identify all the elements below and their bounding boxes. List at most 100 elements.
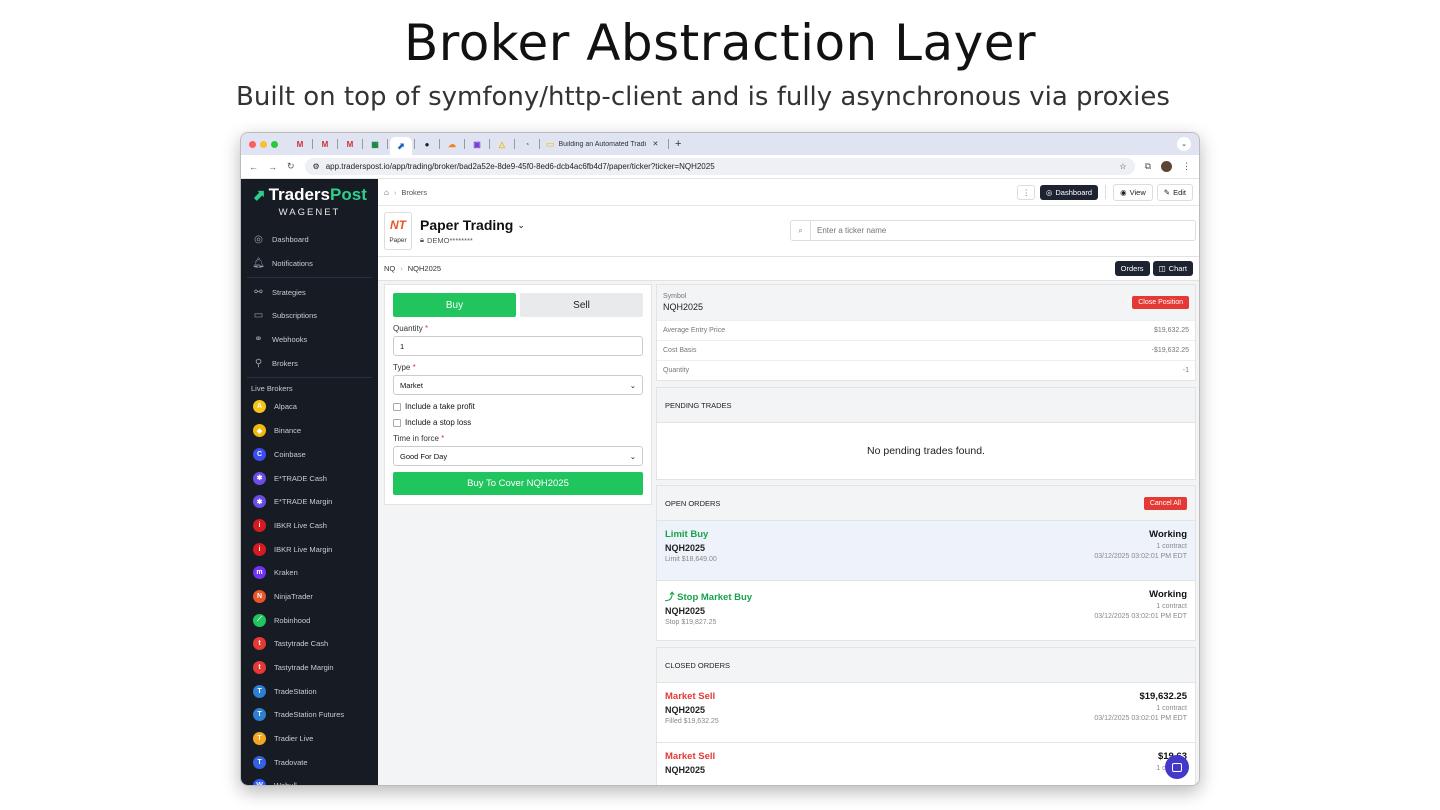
sidebar-item-subscriptions[interactable]: ▭ Subscriptions: [241, 304, 378, 328]
position-row-label: Quantity: [663, 367, 690, 374]
extensions-icon[interactable]: ⧉: [1145, 161, 1151, 172]
site-settings-icon[interactable]: ⚙: [313, 162, 320, 171]
sidebar-broker-item[interactable]: T TradeStation Futures: [241, 703, 378, 727]
buy-tab[interactable]: Buy: [393, 293, 516, 317]
app-tab-icon[interactable]: ▣: [470, 137, 484, 151]
sidebar-broker-item[interactable]: T Tradovate: [241, 750, 378, 774]
broker-logo-icon: W: [253, 779, 266, 785]
top-nav: ⌂ › Brokers ⋮ ◎ Dashboard ◉ View ✎ Edit: [378, 179, 1199, 206]
maximize-window-button[interactable]: [271, 140, 278, 148]
sidebar-broker-item[interactable]: t Tastytrade Margin: [241, 656, 378, 680]
back-icon[interactable]: ←: [249, 162, 258, 172]
sidebar-broker-item[interactable]: N NinjaTrader: [241, 585, 378, 609]
order-left: Market Sell NQH2025 Filled $19,632.25: [665, 691, 719, 734]
sidebar-broker-item[interactable]: ✱ E*TRADE Cash: [241, 466, 378, 490]
tab-building-automated[interactable]: ▭ Building an Automated Tradi ✕: [546, 139, 666, 150]
view-button[interactable]: ◉ View: [1113, 183, 1153, 201]
sidebar-broker-item[interactable]: i IBKR Live Margin: [241, 537, 378, 561]
take-profit-checkbox[interactable]: Include a take profit: [393, 402, 643, 411]
workspace-name[interactable]: WAGENET: [241, 207, 378, 218]
sidebar-item-brokers[interactable]: ⚲ Brokers: [241, 351, 378, 375]
sheets-tab-icon[interactable]: ▦: [368, 137, 382, 151]
stop-loss-checkbox[interactable]: Include a stop loss: [393, 418, 643, 427]
sidebar-item-label: Brokers: [272, 358, 298, 368]
address-bar[interactable]: ⚙ app.traderspost.io/app/trading/broker/…: [304, 158, 1135, 175]
sidebar-broker-item[interactable]: ✱ E*TRADE Margin: [241, 490, 378, 514]
sidebar-item-strategies[interactable]: ⚯ Strategies: [241, 280, 378, 304]
tab-search-button[interactable]: ⌄: [1177, 137, 1191, 151]
traderspost-tab[interactable]: ⬈: [390, 137, 412, 155]
order-status: Working: [1149, 529, 1187, 540]
brokers-icon: ⚲: [254, 357, 263, 369]
close-tab-icon[interactable]: ✕: [653, 140, 659, 148]
sidebar-broker-item[interactable]: W Webull: [241, 774, 378, 786]
ticker-search[interactable]: ⌕: [790, 220, 1196, 241]
order-row[interactable]: Limit Buy NQH2025 Limit $18,649.00 Working 1…: [656, 521, 1196, 581]
sidebar-broker-item[interactable]: ◆ Binance: [241, 419, 378, 443]
close-position-button[interactable]: Close Position: [1132, 296, 1189, 309]
quantity-label: Quantity *: [393, 324, 643, 333]
sidebar-broker-item[interactable]: m Kraken: [241, 561, 378, 585]
ticker-search-input[interactable]: [811, 226, 1181, 235]
sidebar-item-label: Webhooks: [272, 335, 308, 345]
account-selector[interactable]: Paper Trading ⌄: [420, 217, 525, 233]
time-in-force-select[interactable]: Good For Day ⌄: [393, 446, 643, 466]
forward-icon[interactable]: →: [268, 162, 277, 172]
sidebar-item-notifications[interactable]: 🔔︎ Notifications: [241, 252, 378, 276]
minimize-window-button[interactable]: [260, 140, 267, 148]
sidebar-broker-item[interactable]: i IBKR Live Cash: [241, 514, 378, 538]
sidebar-broker-item[interactable]: C Coinbase: [241, 443, 378, 467]
more-options-icon[interactable]: ⋮: [1017, 184, 1035, 200]
close-window-button[interactable]: [249, 140, 256, 148]
browser-menu-icon[interactable]: ⋮: [1182, 161, 1191, 172]
dashboard-button[interactable]: ◎ Dashboard: [1039, 184, 1099, 200]
sidebar-broker-item[interactable]: T Tradier Live: [241, 727, 378, 751]
cloud-tab-icon[interactable]: ☁: [445, 137, 459, 151]
submit-order-button[interactable]: Buy To Cover NQH2025: [393, 472, 643, 495]
dashboard-icon: ◎: [1045, 187, 1053, 197]
ticker-root[interactable]: NQ: [384, 264, 395, 273]
gmail-tab-icon[interactable]: M: [318, 137, 332, 151]
order-type-select[interactable]: Market ⌄: [393, 375, 643, 395]
order-row[interactable]: Market Sell NQH2025 Filled $19,632.25 $19,6…: [656, 683, 1196, 743]
chart-button[interactable]: ◫ Chart: [1152, 261, 1193, 276]
new-tab-button[interactable]: +: [675, 138, 681, 150]
orders-button[interactable]: Orders: [1114, 261, 1150, 276]
broker-logo-icon: T: [253, 684, 266, 698]
stop-loss-label: Include a stop loss: [405, 418, 472, 427]
symbol-label: Symbol: [663, 293, 687, 300]
traderspost-logo[interactable]: ⬈ Traders Post: [241, 179, 378, 205]
sidebar-item-dashboard[interactable]: ◎ Dashboard: [241, 228, 378, 252]
sidebar-broker-item[interactable]: T TradeStation: [241, 679, 378, 703]
checkbox[interactable]: [393, 402, 401, 411]
breadcrumb-brokers[interactable]: Brokers: [401, 188, 427, 197]
sidebar-broker-item[interactable]: ⟋ Robinhood: [241, 608, 378, 632]
sell-tab[interactable]: Sell: [520, 293, 643, 317]
sidebar-broker-item[interactable]: A Alpaca: [241, 395, 378, 419]
order-right: Working 1 contract 03/12/2025 03:02:01 PM …: [1094, 589, 1187, 632]
bookmark-star-icon[interactable]: ☆: [1119, 162, 1126, 171]
reload-icon[interactable]: ↻: [287, 161, 295, 172]
drive-tab-icon[interactable]: △: [495, 137, 509, 151]
broker-name: Tradovate: [274, 757, 308, 767]
broker-logo-icon: ◆: [253, 424, 266, 438]
sidebar-item-label: Notifications: [272, 259, 313, 269]
home-icon[interactable]: ⌂: [384, 188, 389, 197]
gmail-tab-icon[interactable]: M: [343, 137, 357, 151]
github-tab-icon[interactable]: ●: [420, 137, 434, 151]
chat-tab-icon[interactable]: ◔: [520, 137, 534, 151]
cancel-all-button[interactable]: Cancel All: [1143, 496, 1187, 510]
chat-support-button[interactable]: [1165, 755, 1189, 779]
order-row[interactable]: ⤴ Stop Market Buy NQH2025 Stop $19,827.25 W…: [656, 581, 1196, 641]
profile-avatar[interactable]: [1161, 161, 1172, 172]
quantity-input[interactable]: 1: [393, 336, 643, 356]
gmail-tab-icon[interactable]: M: [293, 137, 307, 151]
broker-name: Webull: [274, 781, 297, 786]
sidebar-item-webhooks[interactable]: ⚭ Webhooks: [241, 328, 378, 352]
order-row[interactable]: Market SellNQH2025$19,631 contract: [656, 743, 1196, 785]
checkbox[interactable]: [393, 418, 401, 427]
broker-name: Kraken: [274, 568, 298, 578]
edit-button[interactable]: ✎ Edit: [1156, 183, 1193, 201]
broker-name: Robinhood: [274, 615, 311, 625]
sidebar-broker-item[interactable]: t Tastytrade Cash: [241, 632, 378, 656]
